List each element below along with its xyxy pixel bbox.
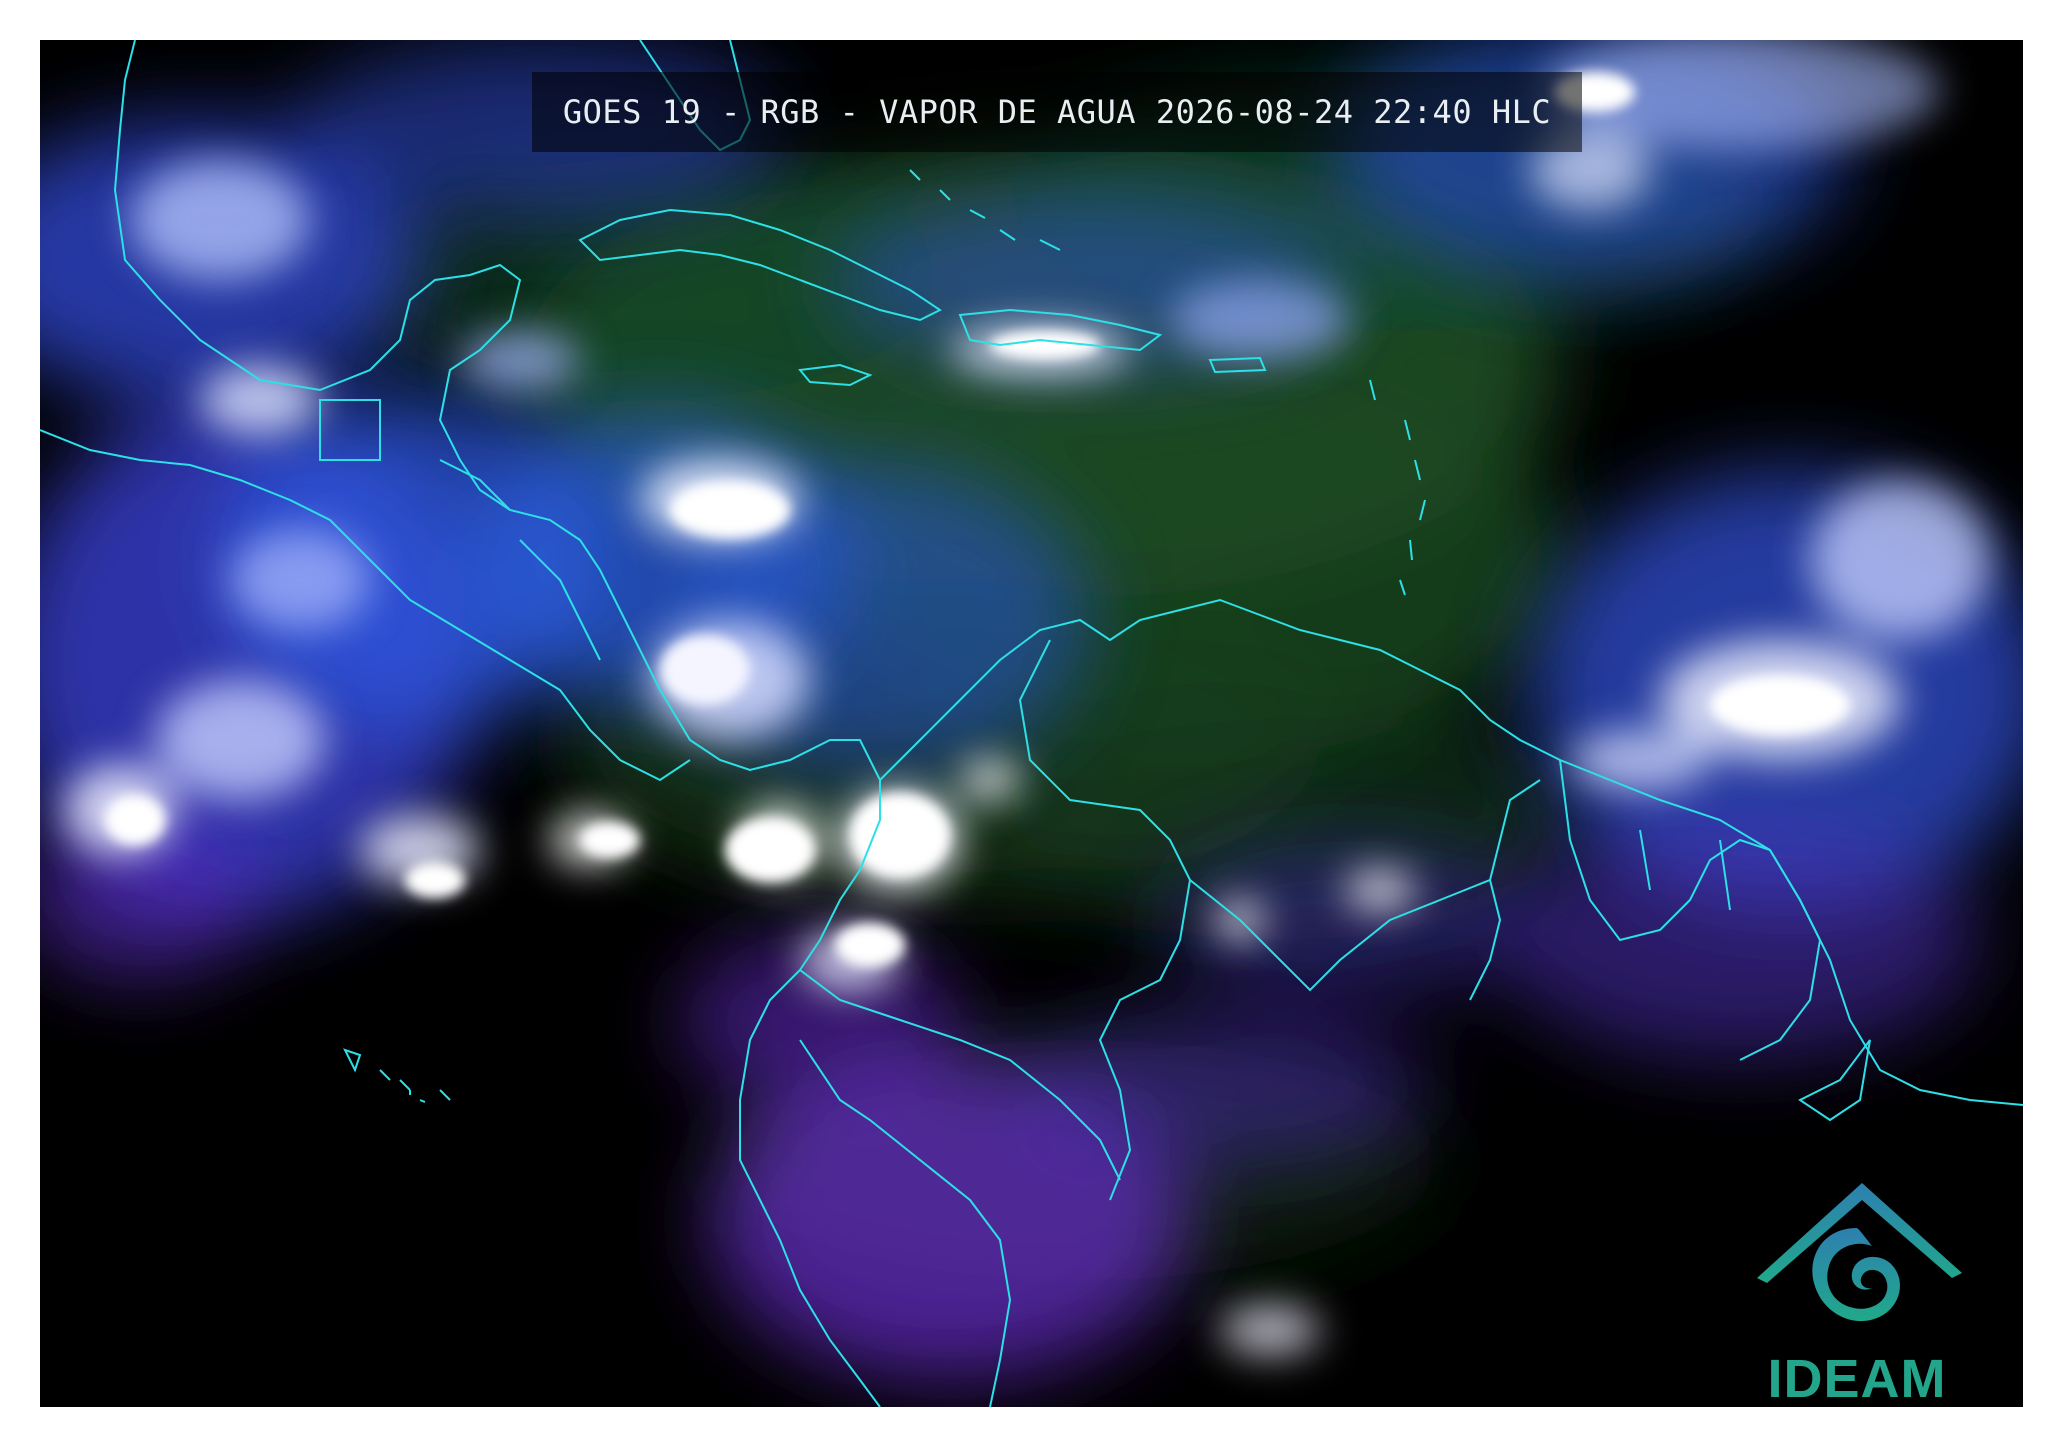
- satellite-map: [40, 40, 2023, 1407]
- ideam-emblem-icon: [1757, 1183, 1962, 1322]
- ideam-logo: IDEAM: [1752, 1178, 1982, 1407]
- ideam-logo-text: IDEAM: [1767, 1349, 1947, 1407]
- title-bar: GOES 19 - RGB - VAPOR DE AGUA 2026-08-24…: [532, 72, 1582, 152]
- image-title: GOES 19 - RGB - VAPOR DE AGUA 2026-08-24…: [562, 93, 1552, 131]
- satellite-image: GOES 19 - RGB - VAPOR DE AGUA 2026-08-24…: [40, 40, 2023, 1407]
